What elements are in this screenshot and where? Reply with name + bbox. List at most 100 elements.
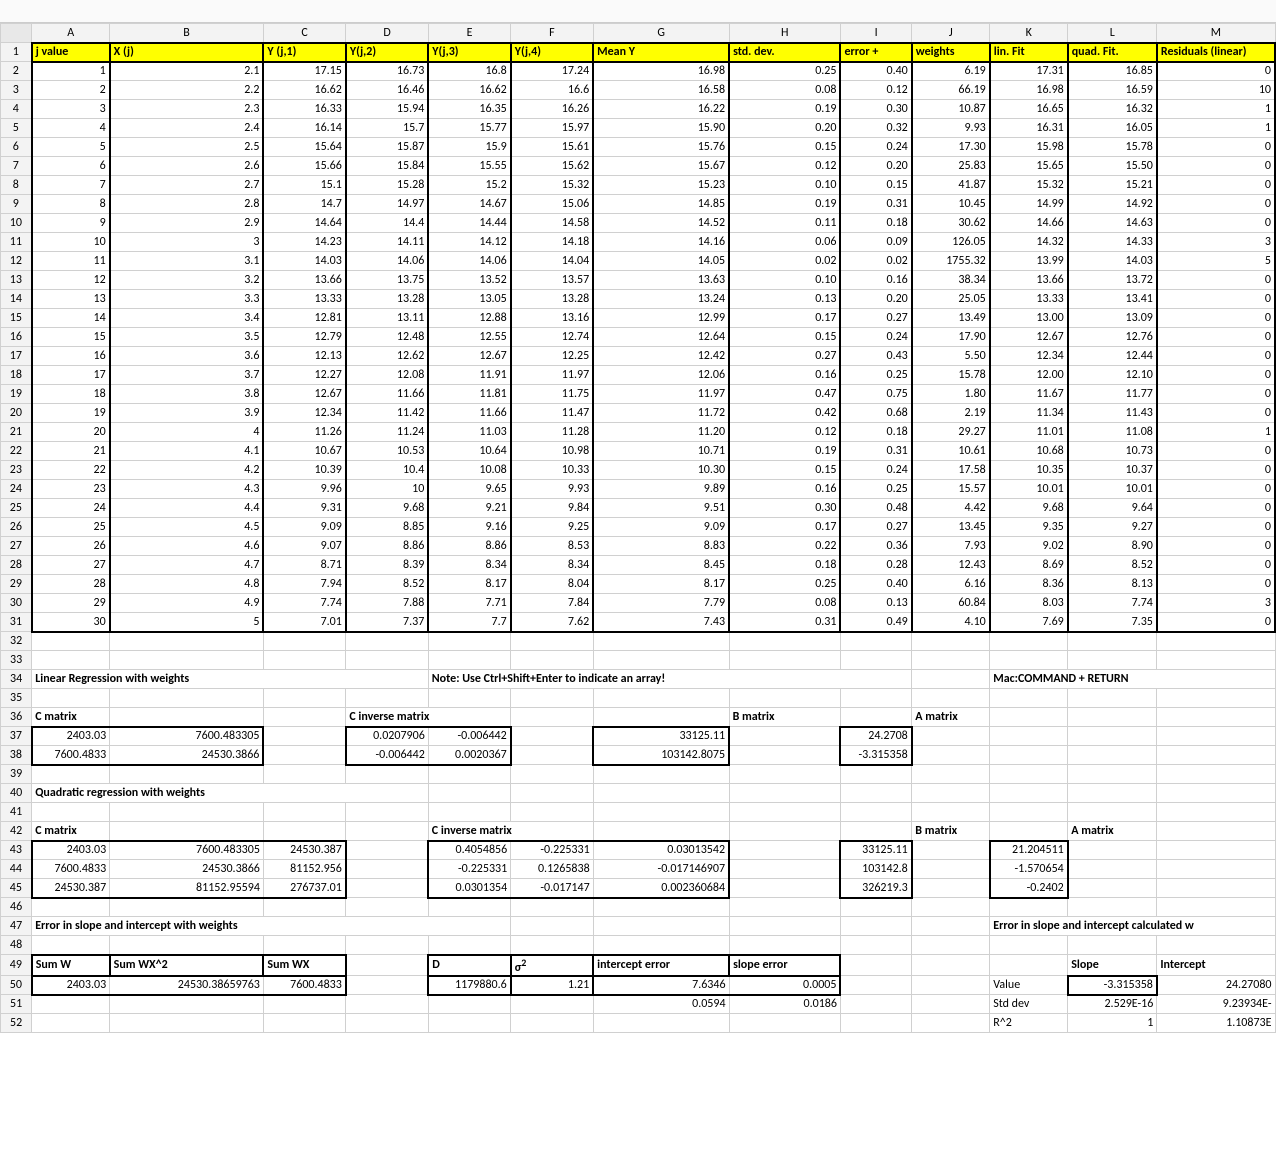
col-header[interactable]: K: [990, 24, 1068, 43]
cell[interactable]: 0: [1157, 537, 1275, 556]
cell[interactable]: 6.16: [912, 575, 990, 594]
cell[interactable]: [593, 708, 729, 727]
cell[interactable]: 15.06: [511, 195, 593, 214]
cell[interactable]: 1179880.6: [428, 976, 510, 995]
cell[interactable]: 12.67: [990, 328, 1068, 347]
cell[interactable]: 14.03: [1068, 252, 1157, 271]
cell[interactable]: 12.43: [912, 556, 990, 575]
cell[interactable]: [428, 765, 510, 784]
cell[interactable]: 3: [32, 100, 110, 119]
row-header[interactable]: 52: [1, 1014, 32, 1033]
row-header[interactable]: 18: [1, 366, 32, 385]
cell[interactable]: [511, 727, 593, 746]
cell[interactable]: 8.17: [428, 575, 510, 594]
cell[interactable]: 13.52: [428, 271, 510, 290]
cell[interactable]: 0.40: [840, 575, 911, 594]
cell[interactable]: 7: [32, 176, 110, 195]
cell[interactable]: 1: [1068, 1014, 1157, 1033]
cell[interactable]: [912, 917, 990, 936]
cell[interactable]: 9.25: [511, 518, 593, 537]
cell[interactable]: 16.46: [346, 81, 428, 100]
cell[interactable]: [511, 765, 593, 784]
cell[interactable]: 3.3: [110, 290, 264, 309]
cell[interactable]: 103142.8: [840, 860, 911, 879]
row-header[interactable]: 2: [1, 62, 32, 81]
cell[interactable]: 103142.8075: [593, 746, 729, 765]
cell[interactable]: 15.67: [593, 157, 729, 176]
cell[interactable]: 0.20: [840, 157, 911, 176]
cell[interactable]: [1068, 651, 1157, 670]
cell[interactable]: [511, 917, 593, 936]
row-header[interactable]: 7: [1, 157, 32, 176]
cell[interactable]: 10.64: [428, 442, 510, 461]
row-header[interactable]: 43: [1, 841, 32, 860]
row-header[interactable]: 26: [1, 518, 32, 537]
row-header[interactable]: 36: [1, 708, 32, 727]
row-header[interactable]: 9: [1, 195, 32, 214]
cell[interactable]: 15.65: [990, 157, 1068, 176]
cell[interactable]: 8.34: [428, 556, 510, 575]
cell[interactable]: -3.315358: [1068, 976, 1157, 995]
cell[interactable]: 2.2: [110, 81, 264, 100]
cell[interactable]: 0.75: [840, 385, 911, 404]
cell[interactable]: [1068, 708, 1157, 727]
cell[interactable]: 2.7: [110, 176, 264, 195]
cell[interactable]: Mac:COMMAND + RETURN: [990, 670, 1275, 689]
cell[interactable]: 14.12: [428, 233, 510, 252]
cell[interactable]: 2.1: [110, 62, 264, 81]
cell[interactable]: 0.0020367: [428, 746, 510, 765]
cell[interactable]: 12.76: [1068, 328, 1157, 347]
cell[interactable]: [263, 995, 345, 1014]
cell[interactable]: 8.17: [593, 575, 729, 594]
cell[interactable]: 0.18: [840, 423, 911, 442]
cell[interactable]: -0.2402: [990, 879, 1068, 898]
cell[interactable]: 0.68: [840, 404, 911, 423]
cell[interactable]: [1068, 689, 1157, 708]
cell[interactable]: [346, 803, 428, 822]
cell[interactable]: [840, 784, 911, 803]
cell[interactable]: 12.10: [1068, 366, 1157, 385]
cell[interactable]: 12: [32, 271, 110, 290]
cell[interactable]: [1068, 803, 1157, 822]
cell[interactable]: -0.006442: [428, 727, 510, 746]
cell[interactable]: 0.15: [729, 328, 840, 347]
cell[interactable]: 29.27: [912, 423, 990, 442]
cell[interactable]: 7.71: [428, 594, 510, 613]
cell[interactable]: 11.24: [346, 423, 428, 442]
cell[interactable]: 9.84: [511, 499, 593, 518]
cell[interactable]: 10: [1157, 81, 1275, 100]
cell[interactable]: 0: [1157, 290, 1275, 309]
cell[interactable]: 9.07: [263, 537, 345, 556]
cell[interactable]: 9: [32, 214, 110, 233]
cell[interactable]: [346, 936, 428, 955]
row-header[interactable]: 51: [1, 995, 32, 1014]
cell[interactable]: [511, 936, 593, 955]
cell[interactable]: 4.2: [110, 461, 264, 480]
cell[interactable]: 0.19: [729, 100, 840, 119]
cell[interactable]: 1755.32: [912, 252, 990, 271]
cell[interactable]: 13.72: [1068, 271, 1157, 290]
col-header[interactable]: J: [912, 24, 990, 43]
cell[interactable]: [840, 689, 911, 708]
cell[interactable]: 0.0005: [729, 976, 840, 995]
cell[interactable]: 13.28: [511, 290, 593, 309]
cell[interactable]: [912, 803, 990, 822]
cell[interactable]: 3.7: [110, 366, 264, 385]
col-header[interactable]: I: [840, 24, 911, 43]
cell[interactable]: 7.69: [990, 613, 1068, 632]
cell[interactable]: [729, 727, 840, 746]
cell[interactable]: 10.39: [263, 461, 345, 480]
cell[interactable]: 0.1265838: [511, 860, 593, 879]
cell[interactable]: Error in slope and intercept with weight…: [32, 917, 511, 936]
cell[interactable]: [990, 746, 1068, 765]
cell[interactable]: 3.5: [110, 328, 264, 347]
cell[interactable]: 25.83: [912, 157, 990, 176]
cell[interactable]: [346, 879, 428, 898]
cell[interactable]: 1: [1157, 100, 1275, 119]
cell[interactable]: [840, 955, 911, 976]
cell[interactable]: 15.50: [1068, 157, 1157, 176]
cell[interactable]: 0.0301354: [428, 879, 510, 898]
cell[interactable]: 15.55: [428, 157, 510, 176]
cell[interactable]: 8.71: [263, 556, 345, 575]
cell[interactable]: [263, 822, 345, 841]
